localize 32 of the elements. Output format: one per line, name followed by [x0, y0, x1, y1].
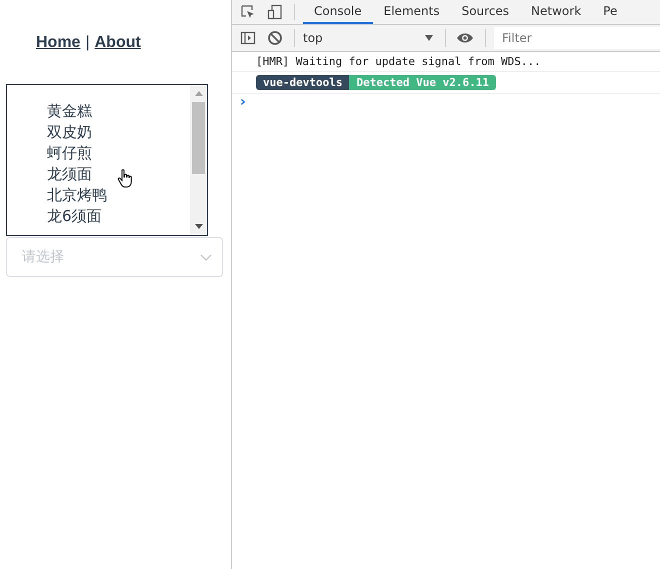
clear-icon[interactable]: [267, 30, 283, 46]
devtools-tab[interactable]: Sources: [450, 0, 520, 24]
scroll-down-icon[interactable]: [194, 224, 202, 229]
select-placeholder: 请选择: [22, 248, 64, 266]
hand-pointer-icon: [117, 169, 133, 189]
console-badge: vue-devtools: [256, 75, 350, 90]
console-badge: Detected Vue v2.6.11: [349, 75, 496, 90]
devtools-tab[interactable]: Pe: [592, 0, 628, 24]
context-dropdown[interactable]: top: [303, 25, 439, 51]
scrollbar-thumb[interactable]: [192, 102, 205, 174]
console-prompt[interactable]: ›: [240, 94, 246, 110]
console-message: [HMR] Waiting for update signal from WDS...: [256, 55, 541, 68]
filter-field[interactable]: Filter: [494, 27, 660, 49]
devtools-tab[interactable]: Network: [520, 0, 592, 24]
dropdown-arrow-icon: [425, 35, 433, 41]
nav-separator: |: [85, 34, 90, 51]
chevron-down-icon: [200, 254, 212, 260]
list-item[interactable]: 蚵仔煎: [47, 143, 190, 164]
list-item[interactable]: 龙6须面: [47, 206, 190, 227]
list-item[interactable]: 北京烤鸭: [47, 185, 190, 206]
devtools-tab[interactable]: Elements: [372, 0, 451, 24]
listbox[interactable]: 黄金糕 双皮奶 蚵仔煎 龙须面 北京烤鸭 龙6须面: [6, 84, 208, 236]
sidebar-toggle-icon[interactable]: [240, 30, 256, 46]
inspect-icon[interactable]: [240, 4, 256, 20]
nav-link[interactable]: About: [94, 34, 141, 51]
nav-link[interactable]: Home: [36, 34, 80, 51]
device-icon[interactable]: [267, 4, 283, 20]
eye-icon[interactable]: [456, 32, 474, 44]
list-item[interactable]: 双皮奶: [47, 122, 190, 143]
list-item[interactable]: 黄金糕: [47, 101, 190, 122]
scrollbar[interactable]: [190, 85, 207, 235]
list-item[interactable]: 龙须面: [47, 164, 190, 185]
